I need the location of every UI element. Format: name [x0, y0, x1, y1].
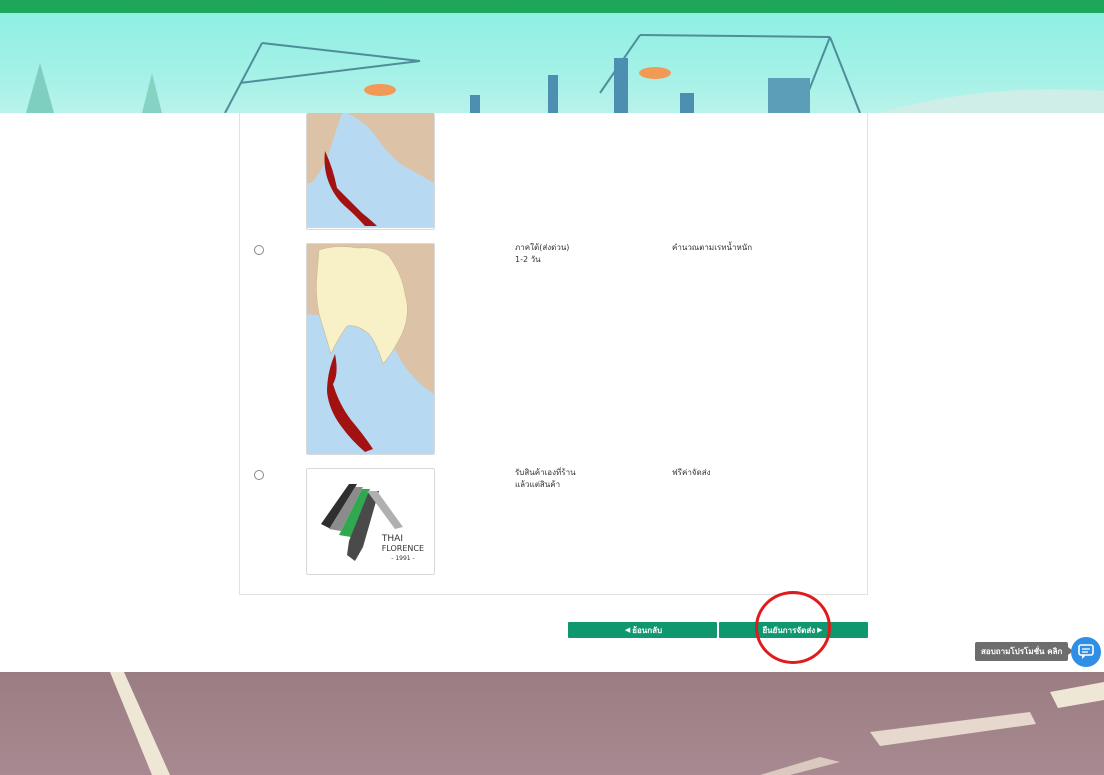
logo-text-line1: THAI	[381, 534, 403, 544]
chevron-left-icon: ◀	[624, 626, 631, 634]
footer-road-background	[0, 672, 1104, 775]
back-button[interactable]: ◀ ย้อนกลับ	[568, 622, 717, 638]
shipping-option-title: รับสินค้าเองที่ร้าน	[515, 468, 576, 477]
header-banner	[0, 13, 1104, 113]
chat-button[interactable]	[1071, 637, 1101, 667]
chat-icon	[1078, 644, 1094, 659]
logo-text-line3: - 1991 -	[391, 555, 414, 562]
shipping-option-radio[interactable]	[254, 245, 264, 255]
shipping-option-duration: แล้วแต่สินค้า	[515, 480, 561, 489]
top-bar	[0, 0, 1104, 13]
map-thumbnail	[306, 113, 435, 230]
shipping-option-radio[interactable]	[254, 470, 264, 480]
shipping-option-duration: 1-2 วัน	[515, 255, 541, 264]
back-button-label: ย้อนกลับ	[632, 625, 663, 635]
shipping-option-title: ภาคใต้(ส่งด่วน)	[515, 243, 570, 252]
highlight-circle	[755, 591, 831, 664]
logo-thumbnail: THAI FLORENCE - 1991 -	[306, 468, 435, 575]
promotion-help-label[interactable]: สอบถามโปรโมชั่น คลิก	[975, 642, 1074, 661]
shipping-options-card: ภาคใต้(ส่งด่วน) 1-2 วัน คำนวณตามเรทน้ำหน…	[239, 113, 868, 595]
shipping-option-price: ฟรีค่าจัดส่ง	[672, 468, 711, 477]
shipping-option-price: คำนวณตามเรทน้ำหนัก	[672, 243, 753, 252]
logo-text-line2: FLORENCE	[382, 544, 424, 553]
map-thumbnail	[306, 243, 435, 455]
